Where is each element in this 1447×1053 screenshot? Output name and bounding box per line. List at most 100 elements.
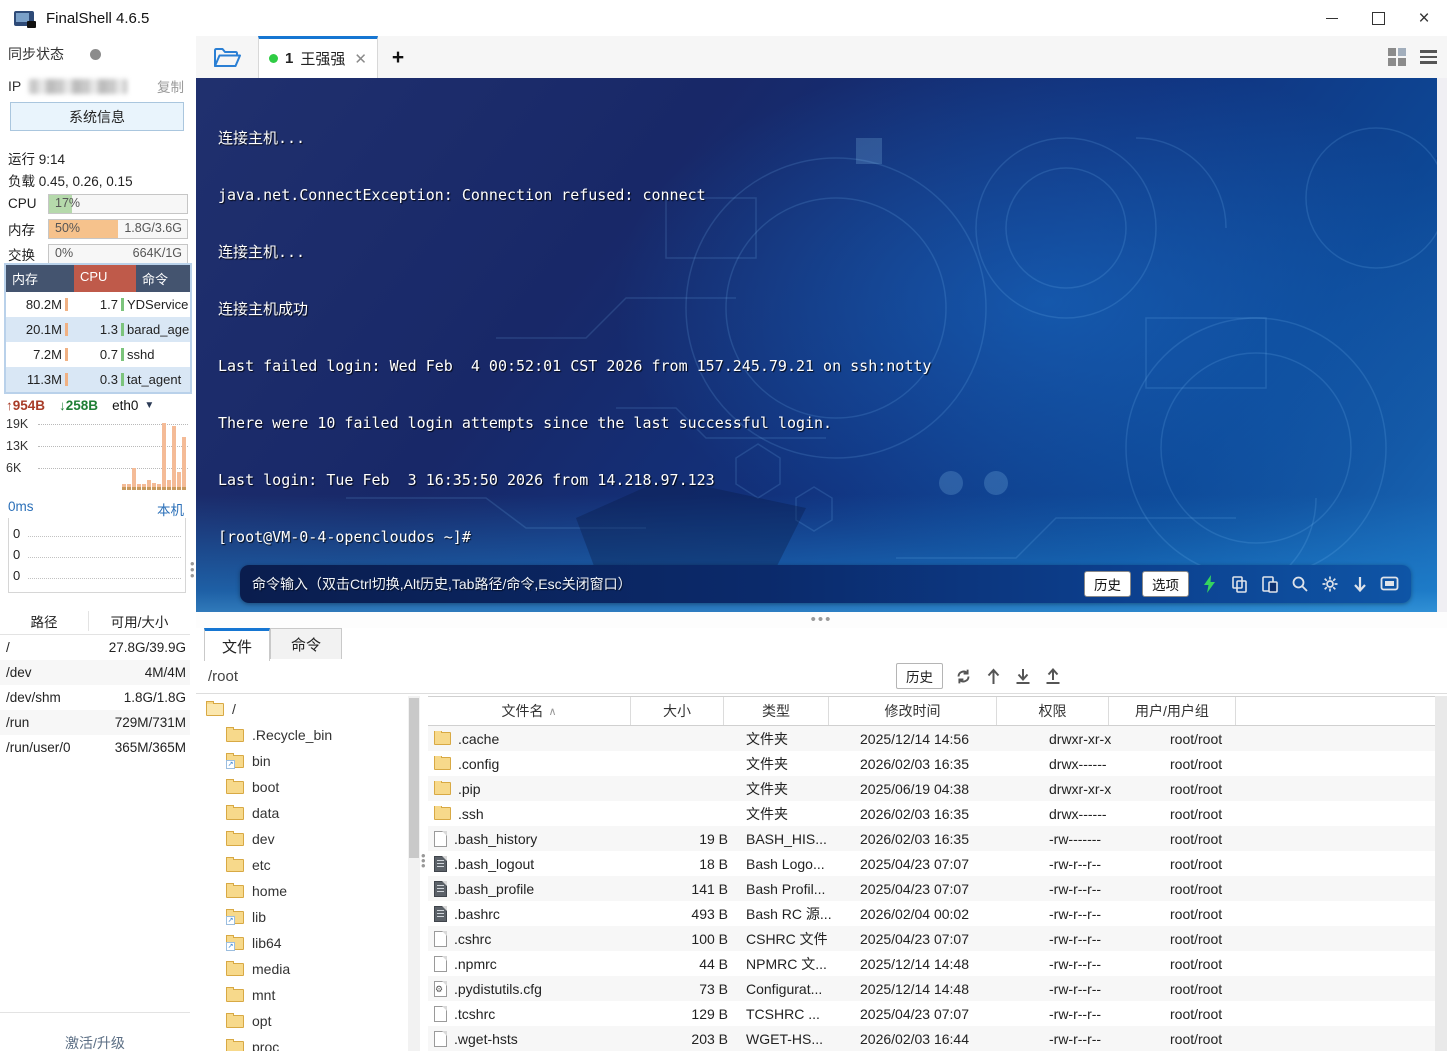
search-icon[interactable] [1290,575,1309,594]
refresh-icon[interactable] [953,666,973,686]
current-path-input[interactable]: /root [208,668,508,685]
tree-item[interactable]: dev [196,826,408,852]
process-header-memory[interactable]: 内存 [6,265,74,292]
file-row[interactable]: .tcshrc 129 B TCSHRC ... 2025/04/23 07:07… [428,1001,1435,1026]
network-interface-selector[interactable]: eth0 [112,398,138,413]
terminal-file-splitter[interactable]: ••• [196,612,1447,628]
process-row: 11.3M 0.3 tat_agent [6,367,190,392]
tree-item[interactable]: .Recycle_bin [196,722,408,748]
terminal-area[interactable]: 连接主机... java.net.ConnectException: Conne… [196,78,1447,612]
tab-close-icon[interactable]: ✕ [354,50,367,68]
process-cmd: barad_age [127,322,190,337]
chevron-down-icon[interactable]: ▼ [144,400,154,411]
tree-table-splitter[interactable]: • • • [421,849,426,872]
disk-header-size[interactable]: 可用/大小 [89,611,190,631]
file-row[interactable]: .bashrc 493 B Bash RC 源... 2026/02/04 00:… [428,901,1435,926]
memory-meter-label: 内存 [8,222,35,238]
close-button[interactable]: × [1401,0,1447,36]
disk-header-path[interactable]: 路径 [0,611,89,631]
column-header-size[interactable]: 大小 [631,697,724,725]
upload-icon[interactable] [1043,666,1063,686]
arrow-down-icon[interactable] [1350,575,1369,594]
tab-commands[interactable]: 命令 [270,628,342,659]
tree-scrollbar-thumb[interactable] [409,698,419,858]
file-toolbar-icons: 历史 [896,659,1063,693]
tree-item[interactable]: bin [196,748,408,774]
net-tick-label: 19K [6,417,29,431]
lightning-icon[interactable] [1200,575,1219,594]
file-row[interactable]: .pydistutils.cfg 73 BConfigurat... 2025/… [428,976,1435,1001]
file-row[interactable]: .npmrc 44 B NPMRC 文... 2025/12/14 14:48 -r… [428,951,1435,976]
directory-tree: / .Recycle_bin bin boot data dev etc hom… [196,696,408,1051]
column-header-mtime[interactable]: 修改时间 [829,697,997,725]
command-input-bar[interactable]: 命令输入（双击Ctrl切换,Alt历史,Tab路径/命令,Esc关闭窗口） 历史… [240,565,1411,603]
process-cmd: tat_agent [127,372,182,387]
file-row[interactable]: .config 文件夹 2026/02/03 16:35 drwx------ ro… [428,751,1435,776]
command-bar-tools: 历史 选项 [1084,571,1399,597]
script-file-icon [434,855,447,872]
tree-item[interactable]: home [196,878,408,904]
network-bar [142,484,146,490]
monitor-icon[interactable] [1380,575,1399,594]
new-tab-button[interactable]: + [378,38,418,78]
process-mem: 11.3M [26,372,62,387]
window-title: FinalShell 4.6.5 [46,9,150,27]
menu-icon[interactable] [1420,50,1437,64]
tree-item[interactable]: data [196,800,408,826]
folder-symlink-icon [226,752,244,769]
file-row[interactable]: .bash_profile 141 B Bash Profil... 2025/0… [428,876,1435,901]
download-icon[interactable] [1013,666,1033,686]
minimize-button[interactable] [1309,0,1355,36]
file-icon [434,930,447,947]
network-summary-row: ↑954B ↓258B eth0 ▼ [6,398,188,413]
column-header-permissions[interactable]: 权限 [997,697,1109,725]
gear-icon[interactable] [1320,575,1339,594]
file-row[interactable]: .wget-hsts 203 B WGET-HS... 2026/02/03 16… [428,1026,1435,1051]
process-header-command[interactable]: 命令 [136,265,190,292]
history-button[interactable]: 历史 [1084,571,1131,597]
network-bar [157,484,161,490]
column-header-type[interactable]: 类型 [724,697,829,725]
file-row[interactable]: .bash_history 19 B BASH_HIS... 2026/02/03… [428,826,1435,851]
tree-item[interactable]: opt [196,1008,408,1034]
tab-files[interactable]: 文件 [204,628,270,661]
tree-scrollbar[interactable] [408,696,420,1051]
network-bar [122,484,126,490]
open-connection-manager-button[interactable] [196,37,258,78]
tree-item[interactable]: mnt [196,982,408,1008]
file-row[interactable]: .cache 文件夹 2025/12/14 14:56 drwxr-xr-x roo… [428,726,1435,751]
options-button[interactable]: 选项 [1142,571,1189,597]
layout-grid-icon[interactable] [1388,48,1406,66]
tree-item[interactable]: media [196,956,408,982]
parent-directory-icon[interactable] [983,666,1003,686]
tab-session-1[interactable]: 1 王强强 ✕ [258,36,378,78]
sidebar: 同步状态 IP 复制 系统信息 运行 9:14 负载 0.45, 0.26, 0… [0,36,197,1051]
file-row[interactable]: .bash_logout 18 B Bash Logo... 2025/04/23… [428,851,1435,876]
path-history-button[interactable]: 历史 [896,663,943,689]
system-info-button[interactable]: 系统信息 [10,102,184,131]
session-tab-bar: 1 王强强 ✕ + [196,36,1447,79]
column-header-filename[interactable]: 文件名 ∧ [428,697,631,725]
maximize-button[interactable] [1355,0,1401,36]
file-table-scrollbar[interactable] [1435,696,1447,1051]
copy-ip-link[interactable]: 复制 [157,76,184,96]
command-input-hint: 命令输入（双击Ctrl切换,Alt历史,Tab路径/命令,Esc关闭窗口） [252,576,632,592]
ip-label: IP [8,78,22,94]
process-header-cpu[interactable]: CPU [74,265,136,292]
paste-icon[interactable] [1260,575,1279,594]
file-row[interactable]: .ssh 文件夹 2026/02/03 16:35 drwx------ root/… [428,801,1435,826]
activate-upgrade-link[interactable]: 激活/升级 [0,1012,190,1053]
tree-item[interactable]: lib64 [196,930,408,956]
tree-item[interactable]: proc [196,1034,408,1051]
file-row[interactable]: .cshrc 100 B CSHRC 文件 2025/04/23 07:07 -rw… [428,926,1435,951]
tree-item[interactable]: etc [196,852,408,878]
tree-item-root[interactable]: / [196,696,408,722]
terminal-line: Last failed login: Wed Feb 4 00:52:01 CS… [218,357,932,375]
copy-icon[interactable] [1230,575,1249,594]
tree-item[interactable]: boot [196,774,408,800]
terminal-scrollbar[interactable] [1437,78,1447,612]
tree-item[interactable]: lib [196,904,408,930]
column-header-owner[interactable]: 用户/用户组 [1109,697,1236,725]
swap-meter-row: 交换 0% 664K/1G [8,243,188,264]
file-row[interactable]: .pip 文件夹 2025/06/19 04:38 drwxr-xr-x root/… [428,776,1435,801]
